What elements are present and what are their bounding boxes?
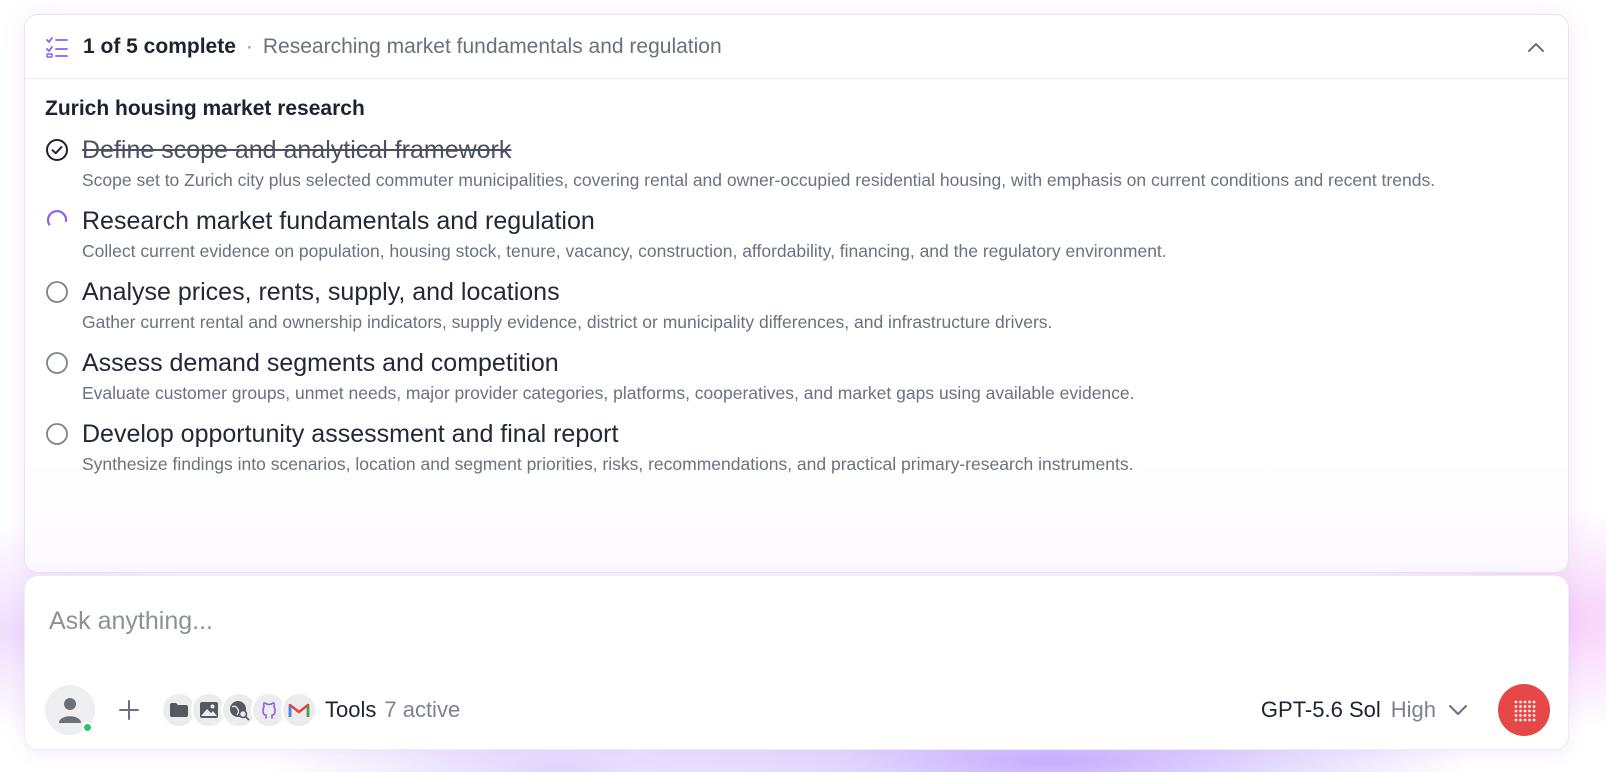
task-item: Develop opportunity assessment and final…	[45, 419, 1548, 477]
task-description: Gather current rental and ownership indi…	[82, 312, 1053, 332]
collapse-button[interactable]	[1524, 35, 1548, 59]
task-description: Scope set to Zurich city plus selected c…	[82, 170, 1436, 190]
chevron-down-icon	[1449, 705, 1467, 715]
task-description: Evaluate customer groups, unmet needs, m…	[82, 383, 1135, 403]
checklist-icon	[45, 34, 71, 60]
online-status-dot	[82, 722, 93, 733]
tools-count: 7 active	[384, 697, 461, 722]
task-description: Collect current evidence on population, …	[82, 241, 1167, 261]
add-attachment-button[interactable]	[109, 690, 149, 730]
gmail-icon	[281, 692, 317, 728]
task-description: Synthesize findings into scenarios, loca…	[82, 454, 1134, 474]
task-item: Define scope and analytical framework Sc…	[45, 135, 1548, 193]
composer-toolbar: Tools 7 active GPT-5.6 Sol High	[45, 684, 1550, 736]
pending-circle-icon	[45, 277, 82, 309]
chat-composer: Tools 7 active GPT-5.6 Sol High	[24, 575, 1569, 750]
voice-mode-button[interactable]	[1498, 684, 1550, 736]
plan-progress: 1 of 5 complete	[83, 34, 236, 58]
header-separator: ·	[245, 34, 253, 58]
task-item: Research market fundamentals and regulat…	[45, 206, 1548, 264]
task-item: Assess demand segments and competition E…	[45, 348, 1548, 406]
tools-button[interactable]: Tools	[325, 697, 376, 723]
completed-check-icon	[45, 135, 82, 167]
model-selector[interactable]: GPT-5.6 Sol	[1261, 697, 1381, 723]
chevron-up-icon	[1528, 43, 1544, 52]
task-title: Research market fundamentals and regulat…	[82, 207, 595, 235]
model-dropdown-button[interactable]	[1448, 699, 1470, 721]
plan-title: Zurich housing market research	[45, 97, 365, 120]
task-title: Develop opportunity assessment and final…	[82, 420, 619, 448]
ask-input[interactable]	[49, 604, 1449, 638]
pending-circle-icon	[45, 419, 82, 451]
plan-header[interactable]: 1 of 5 complete · Researching market fun…	[25, 15, 1568, 79]
avatar[interactable]	[45, 685, 95, 735]
dot-grid-icon	[1514, 700, 1536, 722]
pending-circle-icon	[45, 348, 82, 380]
task-plan-card: 1 of 5 complete · Researching market fun…	[24, 14, 1569, 573]
in-progress-spinner-icon	[45, 206, 82, 238]
plus-icon	[119, 700, 139, 720]
plan-body: Zurich housing market research Define sc…	[25, 79, 1568, 477]
task-title: Assess demand segments and competition	[82, 349, 559, 377]
current-step-label: Researching market fundamentals and regu…	[262, 34, 722, 58]
reasoning-effort[interactable]: High	[1391, 697, 1436, 723]
active-tools[interactable]	[161, 692, 317, 728]
task-title: Analyse prices, rents, supply, and locat…	[82, 278, 560, 306]
user-icon	[59, 698, 81, 723]
task-title: Define scope and analytical framework	[82, 136, 512, 164]
task-item: Analyse prices, rents, supply, and locat…	[45, 277, 1548, 335]
